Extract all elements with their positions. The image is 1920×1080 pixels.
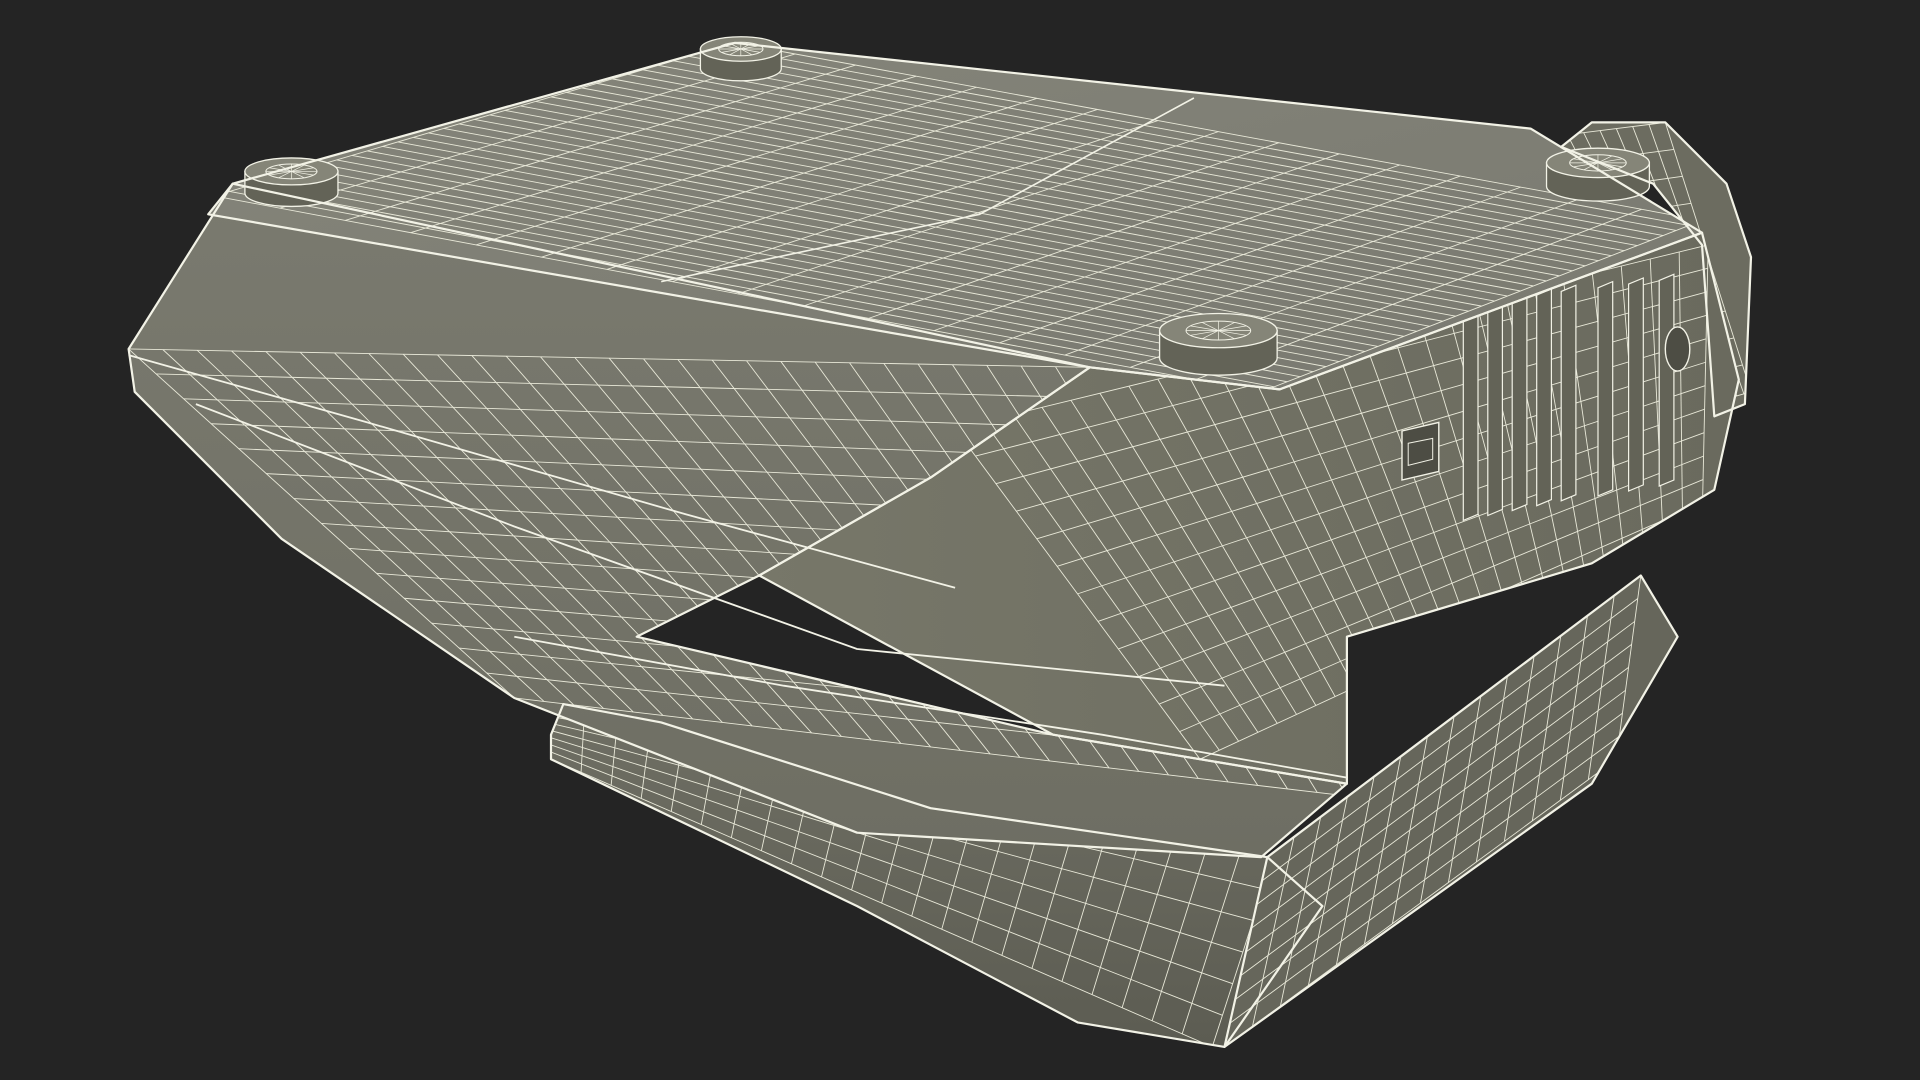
foot-knob xyxy=(1158,312,1278,376)
render-viewport xyxy=(0,0,1920,1080)
wireframe-model xyxy=(127,36,1753,1048)
foot-knob xyxy=(244,157,339,208)
foot-knob xyxy=(1545,147,1651,202)
usb-port xyxy=(1401,421,1440,481)
